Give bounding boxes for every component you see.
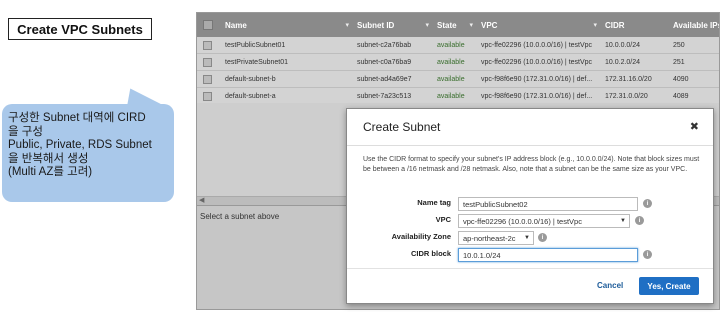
vpc-row: VPC vpc-ffe02296 (10.0.0.0/16) | testVpc…	[347, 214, 713, 228]
name-tag-row: Name tag i	[347, 197, 713, 211]
column-header-subnet-id[interactable]: Subnet ID ▾	[357, 13, 433, 37]
sort-icon: ▾	[469, 22, 473, 29]
cell-cidr: 172.31.0.0/20	[605, 92, 648, 100]
cell-available-ips: 4090	[673, 75, 689, 83]
row-checkbox[interactable]	[203, 92, 212, 101]
row-checkbox[interactable]	[203, 75, 212, 84]
name-tag-label: Name tag	[417, 198, 451, 207]
availability-zone-label: Availability Zone	[391, 232, 451, 241]
cell-subnet-id: subnet-c2a76bab	[357, 41, 412, 49]
vpc-label: VPC	[435, 215, 451, 224]
cell-subnet-id: subnet-ad4a69e7	[357, 75, 412, 83]
scroll-left-icon[interactable]: ◀	[199, 196, 204, 204]
info-icon[interactable]: i	[635, 216, 644, 225]
cell-vpc: vpc-f98f6e90 (172.31.0.0/16) | def...	[481, 75, 593, 83]
dialog-header: Create Subnet ✖	[347, 109, 713, 146]
close-icon[interactable]: ✖	[690, 120, 699, 133]
table-row[interactable]: default-subnet-b subnet-ad4a69e7 availab…	[197, 71, 719, 88]
cell-state: available	[437, 75, 465, 83]
table-row[interactable]: testPublicSubnet01 subnet-c2a76bab avail…	[197, 37, 719, 54]
cell-name: testPublicSubnet01	[225, 41, 286, 49]
dialog-footer: Cancel Yes, Create	[347, 268, 713, 305]
cell-available-ips: 250	[673, 41, 685, 49]
sort-icon: ▾	[593, 22, 597, 29]
cell-state: available	[437, 92, 465, 100]
annotation-title: Create VPC Subnets	[8, 18, 152, 40]
table-header: Name ▾ Subnet ID ▾ State ▾ VPC ▾ CIDR Av…	[197, 13, 719, 37]
dialog-title: Create Subnet	[363, 120, 441, 134]
cell-state: available	[437, 58, 465, 66]
cell-state: available	[437, 41, 465, 49]
cell-cidr: 10.0.2.0/24	[605, 58, 641, 66]
column-header-state[interactable]: State ▾	[437, 13, 477, 37]
name-tag-input[interactable]	[458, 197, 638, 211]
cell-subnet-id: subnet-c0a76ba9	[357, 58, 412, 66]
select-all-checkbox[interactable]	[203, 20, 213, 30]
cell-vpc: vpc-f98f6e90 (172.31.0.0/16) | def...	[481, 92, 593, 100]
cell-name: default-subnet-b	[225, 75, 276, 83]
cell-subnet-id: subnet-7a23c513	[357, 92, 412, 100]
column-header-available-ips[interactable]: Available IPs	[673, 13, 719, 37]
cell-available-ips: 251	[673, 58, 685, 66]
vpc-select[interactable]: vpc-ffe02296 (10.0.0.0/16) | testVpc ▼	[458, 214, 630, 228]
column-header-name[interactable]: Name ▾	[225, 13, 353, 37]
table-row[interactable]: testPrivateSubnet01 subnet-c0a76ba9 avai…	[197, 54, 719, 71]
sort-icon: ▾	[345, 22, 349, 29]
sort-icon: ▾	[425, 22, 429, 29]
availability-zone-row: Availability Zone ap-northeast-2c ▼ i	[347, 231, 713, 245]
cell-cidr: 10.0.0.0/24	[605, 41, 641, 49]
cidr-block-input[interactable]	[458, 248, 638, 262]
cell-name: testPrivateSubnet01	[225, 58, 289, 66]
create-subnet-dialog: Create Subnet ✖ Use the CIDR format to s…	[346, 108, 714, 304]
cell-vpc: vpc-ffe02296 (10.0.0.0/16) | testVpc	[481, 58, 593, 66]
detail-placeholder: Select a subnet above	[200, 212, 280, 221]
dropdown-caret-icon: ▼	[620, 218, 626, 224]
info-icon[interactable]: i	[643, 250, 652, 259]
cell-vpc: vpc-ffe02296 (10.0.0.0/16) | testVpc	[481, 41, 593, 49]
column-header-cidr[interactable]: CIDR	[605, 13, 669, 37]
cidr-block-row: CIDR block i	[347, 248, 713, 262]
annotation-title-text: Create VPC Subnets	[17, 21, 143, 37]
dropdown-caret-icon: ▼	[524, 235, 530, 241]
cancel-button[interactable]: Cancel	[597, 281, 623, 290]
availability-zone-select[interactable]: ap-northeast-2c ▼	[458, 231, 534, 245]
yes-create-button[interactable]: Yes, Create	[639, 277, 699, 295]
info-icon[interactable]: i	[643, 199, 652, 208]
column-header-vpc[interactable]: VPC ▾	[481, 13, 601, 37]
cidr-block-label: CIDR block	[410, 249, 451, 258]
row-checkbox[interactable]	[203, 41, 212, 50]
cell-available-ips: 4089	[673, 92, 689, 100]
speech-bubble-text: 구성한 Subnet 대역에 CIRD 을 구성 Public, Private…	[8, 112, 152, 178]
dialog-description: Use the CIDR format to specify your subn…	[363, 156, 700, 173]
cell-cidr: 172.31.16.0/20	[605, 75, 652, 83]
info-icon[interactable]: i	[538, 233, 547, 242]
row-checkbox[interactable]	[203, 58, 212, 67]
cell-name: default-subnet-a	[225, 92, 276, 100]
